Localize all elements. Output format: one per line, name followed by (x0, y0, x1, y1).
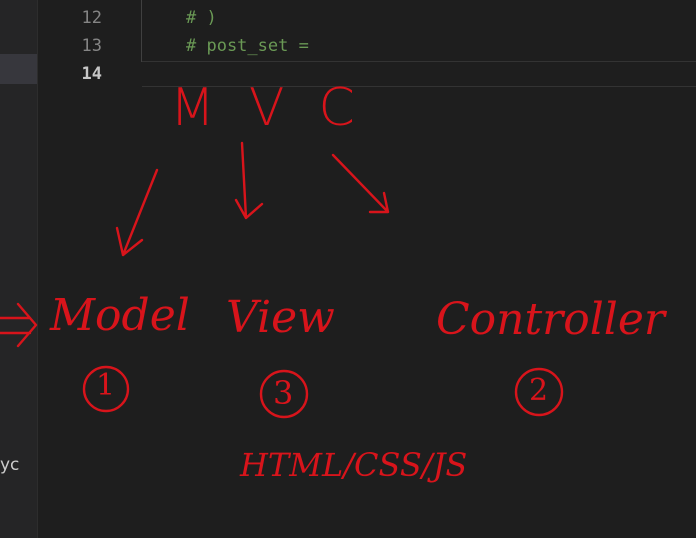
view-order-number: 3 (273, 374, 294, 412)
controller-order-number: 2 (529, 373, 549, 408)
model-order-number: 1 (96, 368, 116, 403)
controller-label: Controller (436, 294, 665, 345)
arrow-to-view (234, 141, 264, 220)
implies-arrow-icon (0, 302, 38, 348)
mvc-heading: MVC (170, 78, 389, 138)
arrow-to-model (115, 168, 159, 257)
arrow-to-controller (331, 153, 390, 214)
view-tech-label: HTML/CSS/JS (240, 446, 468, 484)
model-label: Model (50, 290, 190, 341)
view-label: View (226, 292, 335, 343)
